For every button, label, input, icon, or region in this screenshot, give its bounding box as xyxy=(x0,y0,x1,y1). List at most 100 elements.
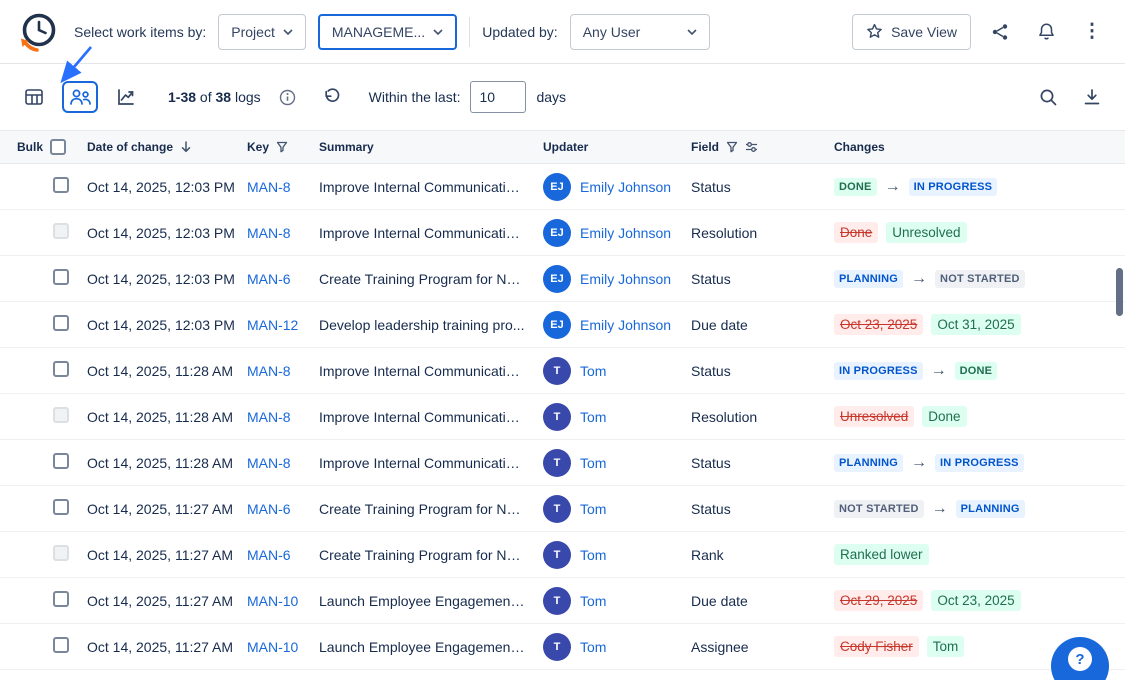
project-type-dropdown[interactable]: Project xyxy=(218,14,306,50)
updater-name-link[interactable]: Tom xyxy=(580,363,606,379)
row-key-link[interactable]: MAN-10 xyxy=(247,593,319,609)
updater-name-link[interactable]: Emily Johnson xyxy=(580,317,671,333)
more-options-button[interactable]: ⋮ xyxy=(1075,15,1109,49)
chevron-down-icon xyxy=(687,29,697,35)
updater-name-link[interactable]: Emily Johnson xyxy=(580,225,671,241)
refresh-button[interactable] xyxy=(315,80,349,114)
row-key-link[interactable]: MAN-8 xyxy=(247,409,319,425)
updater-name-link[interactable]: Tom xyxy=(580,455,606,471)
row-checkbox[interactable] xyxy=(53,499,69,515)
bulk-select-checkbox[interactable] xyxy=(50,139,66,155)
row-key-link[interactable]: MAN-8 xyxy=(247,455,319,471)
updated-by-dropdown[interactable]: Any User xyxy=(570,14,710,50)
bulk-cell xyxy=(17,545,87,564)
bulk-cell xyxy=(17,223,87,242)
row-date: Oct 14, 2025, 11:27 AM xyxy=(87,547,247,563)
row-key-link[interactable]: MAN-10 xyxy=(247,639,319,655)
row-checkbox[interactable] xyxy=(53,315,69,331)
log-table: Bulk Date of change Key Summary Updater … xyxy=(0,130,1125,670)
status-lozenge: DONE xyxy=(955,362,998,380)
table-view-button[interactable] xyxy=(16,81,52,113)
updater-name-link[interactable]: Tom xyxy=(580,547,606,563)
row-changes: Oct 23, 2025Oct 31, 2025 xyxy=(834,314,1125,335)
row-key-link[interactable]: MAN-6 xyxy=(247,501,319,517)
row-updater: EJEmily Johnson xyxy=(543,219,691,247)
vertical-scrollbar[interactable] xyxy=(1116,268,1123,316)
updater-name-link[interactable]: Emily Johnson xyxy=(580,179,671,195)
search-button[interactable] xyxy=(1031,80,1065,114)
download-button[interactable] xyxy=(1075,80,1109,114)
row-updater: TTom xyxy=(543,633,691,661)
row-checkbox[interactable] xyxy=(53,177,69,193)
avatar: T xyxy=(543,357,571,385)
notifications-button[interactable] xyxy=(1029,15,1063,49)
status-lozenge: DONE xyxy=(834,178,877,196)
table-row: Oct 14, 2025, 12:03 PMMAN-12Develop lead… xyxy=(0,302,1125,348)
updater-name-link[interactable]: Tom xyxy=(580,593,606,609)
save-view-button[interactable]: Save View xyxy=(852,14,971,50)
row-key-link[interactable]: MAN-8 xyxy=(247,363,319,379)
share-button[interactable] xyxy=(983,15,1017,49)
filter-settings-icon[interactable] xyxy=(745,141,758,153)
row-date: Oct 14, 2025, 11:27 AM xyxy=(87,639,247,655)
new-value-badge: Tom xyxy=(927,636,965,657)
col-changes-label: Changes xyxy=(834,140,885,154)
row-date: Oct 14, 2025, 11:27 AM xyxy=(87,501,247,517)
sort-descending-icon[interactable] xyxy=(180,141,192,153)
table-row: Oct 14, 2025, 11:27 AMMAN-10Launch Emplo… xyxy=(0,578,1125,624)
col-bulk-label: Bulk xyxy=(17,140,43,154)
avatar: EJ xyxy=(543,311,571,339)
table-row: Oct 14, 2025, 11:27 AMMAN-10Launch Emplo… xyxy=(0,624,1125,670)
row-checkbox[interactable] xyxy=(53,269,69,285)
updater-name-link[interactable]: Tom xyxy=(580,409,606,425)
updater-name-link[interactable]: Emily Johnson xyxy=(580,271,671,287)
row-summary: Launch Employee Engagement ... xyxy=(319,593,543,609)
row-date: Oct 14, 2025, 12:03 PM xyxy=(87,317,247,333)
old-value-badge: Oct 23, 2025 xyxy=(834,314,923,335)
row-checkbox[interactable] xyxy=(53,637,69,653)
avatar: T xyxy=(543,449,571,477)
col-updater-label: Updater xyxy=(543,140,588,154)
row-key-link[interactable]: MAN-8 xyxy=(247,225,319,241)
row-checkbox[interactable] xyxy=(53,453,69,469)
row-summary: Improve Internal Communicatio... xyxy=(319,363,543,379)
days-label: days xyxy=(536,89,566,105)
app-logo[interactable] xyxy=(16,9,62,55)
table-header-row: Bulk Date of change Key Summary Updater … xyxy=(0,130,1125,164)
row-field: Assignee xyxy=(691,639,834,655)
table-row: Oct 14, 2025, 11:27 AMMAN-6Create Traini… xyxy=(0,532,1125,578)
row-key-link[interactable]: MAN-8 xyxy=(247,179,319,195)
status-lozenge: IN PROGRESS xyxy=(909,178,998,196)
key-filter-icon[interactable] xyxy=(276,141,288,153)
download-icon xyxy=(1082,87,1102,107)
row-checkbox[interactable] xyxy=(53,591,69,607)
share-icon xyxy=(991,23,1009,41)
save-view-label: Save View xyxy=(891,24,957,40)
row-key-link[interactable]: MAN-6 xyxy=(247,271,319,287)
old-value-badge: Oct 29, 2025 xyxy=(834,590,923,611)
field-filter-icon[interactable] xyxy=(726,141,738,153)
row-changes: UnresolvedDone xyxy=(834,406,1125,427)
bulk-cell xyxy=(17,453,87,472)
col-key-label: Key xyxy=(247,140,269,154)
row-key-link[interactable]: MAN-12 xyxy=(247,317,319,333)
row-key-link[interactable]: MAN-6 xyxy=(247,547,319,563)
chevron-down-icon xyxy=(283,29,293,35)
transition-arrow-icon: → xyxy=(911,454,927,472)
row-field: Status xyxy=(691,179,834,195)
row-checkbox[interactable] xyxy=(53,361,69,377)
row-date: Oct 14, 2025, 11:28 AM xyxy=(87,363,247,379)
people-view-button[interactable] xyxy=(62,81,98,113)
people-view-icon xyxy=(69,88,92,106)
updater-name-link[interactable]: Tom xyxy=(580,639,606,655)
row-field: Resolution xyxy=(691,409,834,425)
row-updater: TTom xyxy=(543,403,691,431)
updater-name-link[interactable]: Tom xyxy=(580,501,606,517)
old-value-badge: Done xyxy=(834,222,878,243)
transition-arrow-icon: → xyxy=(931,362,947,380)
within-days-input[interactable] xyxy=(470,81,526,113)
project-value-dropdown[interactable]: MANAGEME... xyxy=(318,14,457,50)
status-lozenge: PLANNING xyxy=(834,270,903,288)
count-info-button[interactable] xyxy=(271,80,305,114)
chart-view-button[interactable] xyxy=(108,81,144,113)
